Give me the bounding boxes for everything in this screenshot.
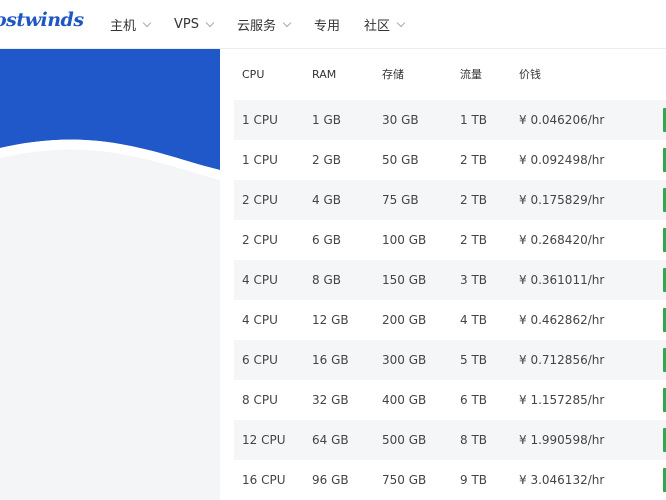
table-row: 6 CPU 16 GB 300 GB 5 TB ¥ 0.712856/hr — [234, 340, 666, 380]
nav-item-label: 云服务 — [237, 18, 277, 34]
hero-wave-shape — [0, 48, 220, 180]
cell-cpu: 4 CPU — [242, 313, 278, 327]
cell-traffic: 4 TB — [460, 313, 488, 327]
cell-ram: 96 GB — [312, 473, 349, 487]
hero-banner — [0, 48, 220, 500]
col-header-traffic: 流量 — [460, 68, 482, 81]
col-header-price: 价钱 — [519, 68, 541, 81]
cell-ram: 16 GB — [312, 353, 349, 367]
cell-traffic: 3 TB — [460, 273, 488, 287]
cell-ram: 8 GB — [312, 273, 341, 287]
table-row: 2 CPU 6 GB 100 GB 2 TB ¥ 0.268420/hr — [234, 220, 666, 260]
table-row: 4 CPU 12 GB 200 GB 4 TB ¥ 0.462862/hr — [234, 300, 666, 340]
cell-storage: 75 GB — [382, 193, 419, 207]
cell-storage: 300 GB — [382, 353, 427, 367]
cell-traffic: 1 TB — [460, 113, 488, 127]
cell-cpu: 1 CPU — [242, 113, 278, 127]
cell-price: ¥ 0.175829/hr — [519, 193, 605, 207]
cell-cpu: 6 CPU — [242, 353, 278, 367]
table-row: 1 CPU 1 GB 30 GB 1 TB ¥ 0.046206/hr — [234, 100, 666, 140]
chevron-down-icon — [205, 18, 215, 27]
nav-item-community[interactable]: 社区 — [364, 15, 406, 34]
table-row: 8 CPU 32 GB 400 GB 6 TB ¥ 1.157285/hr — [234, 380, 666, 420]
cell-price: ¥ 0.092498/hr — [519, 153, 605, 167]
nav-item-label: 主机 — [110, 18, 137, 34]
nav-item-cloud[interactable]: 云服务 — [237, 15, 292, 34]
cell-storage: 100 GB — [382, 233, 427, 247]
table-header: CPU RAM 存储 流量 价钱 — [234, 48, 666, 100]
cell-price: ¥ 0.046206/hr — [519, 113, 605, 127]
table-row: 4 CPU 8 GB 150 GB 3 TB ¥ 0.361011/hr — [234, 260, 666, 300]
cell-ram: 6 GB — [312, 233, 341, 247]
nav-item-label: VPS — [174, 16, 199, 32]
cell-cpu: 16 CPU — [242, 473, 286, 487]
cell-ram: 4 GB — [312, 193, 341, 207]
cell-price: ¥ 0.268420/hr — [519, 233, 605, 247]
nav-item-dedicated[interactable]: 专用 — [314, 15, 340, 34]
cell-cpu: 12 CPU — [242, 433, 286, 447]
chevron-down-icon — [396, 18, 406, 27]
cell-cpu: 8 CPU — [242, 393, 278, 407]
nav-item-vps[interactable]: VPS — [174, 16, 215, 32]
cell-ram: 1 GB — [312, 113, 341, 127]
table-row: 12 CPU 64 GB 500 GB 8 TB ¥ 1.990598/hr — [234, 420, 666, 460]
vps-pricing-table: CPU RAM 存储 流量 价钱 1 CPU 1 GB 30 GB 1 TB ¥… — [234, 48, 666, 500]
cell-traffic: 9 TB — [460, 473, 488, 487]
cell-traffic: 2 TB — [460, 233, 488, 247]
cell-storage: 500 GB — [382, 433, 427, 447]
table-row: 2 CPU 4 GB 75 GB 2 TB ¥ 0.175829/hr — [234, 180, 666, 220]
cell-storage: 750 GB — [382, 473, 427, 487]
nav-item-label: 专用 — [314, 18, 341, 34]
cell-ram: 32 GB — [312, 393, 349, 407]
cell-cpu: 4 CPU — [242, 273, 278, 287]
top-navbar: ostwinds 主机 VPS 云服务 专用 社区 — [0, 0, 666, 49]
cell-ram: 12 GB — [312, 313, 349, 327]
cell-traffic: 2 TB — [460, 193, 488, 207]
cell-storage: 30 GB — [382, 113, 419, 127]
col-header-cpu: CPU — [242, 67, 265, 81]
cell-cpu: 2 CPU — [242, 233, 278, 247]
nav-item-label: 社区 — [364, 18, 391, 34]
table-row: 16 CPU 96 GB 750 GB 9 TB ¥ 3.046132/hr — [234, 460, 666, 500]
cell-storage: 150 GB — [382, 273, 427, 287]
col-header-ram: RAM — [312, 67, 337, 81]
cell-price: ¥ 0.712856/hr — [519, 353, 605, 367]
nav-item-hosting[interactable]: 主机 — [110, 15, 152, 34]
col-header-storage: 存储 — [382, 68, 404, 81]
cell-ram: 64 GB — [312, 433, 349, 447]
cell-price: ¥ 1.157285/hr — [519, 393, 605, 407]
cell-cpu: 1 CPU — [242, 153, 278, 167]
cell-price: ¥ 1.990598/hr — [519, 433, 605, 447]
cell-storage: 200 GB — [382, 313, 427, 327]
cell-traffic: 6 TB — [460, 393, 488, 407]
cell-traffic: 2 TB — [460, 153, 488, 167]
cell-traffic: 8 TB — [460, 433, 488, 447]
cell-storage: 400 GB — [382, 393, 427, 407]
cell-cpu: 2 CPU — [242, 193, 278, 207]
cell-ram: 2 GB — [312, 153, 341, 167]
cell-traffic: 5 TB — [460, 353, 488, 367]
chevron-down-icon — [282, 18, 292, 27]
hostwinds-logo[interactable]: ostwinds — [0, 9, 84, 31]
table-row: 1 CPU 2 GB 50 GB 2 TB ¥ 0.092498/hr — [234, 140, 666, 180]
cell-storage: 50 GB — [382, 153, 419, 167]
cell-price: ¥ 3.046132/hr — [519, 473, 605, 487]
chevron-down-icon — [142, 18, 152, 27]
main-nav: 主机 VPS 云服务 专用 社区 — [110, 0, 428, 48]
cell-price: ¥ 0.462862/hr — [519, 313, 605, 327]
cell-price: ¥ 0.361011/hr — [519, 273, 605, 287]
